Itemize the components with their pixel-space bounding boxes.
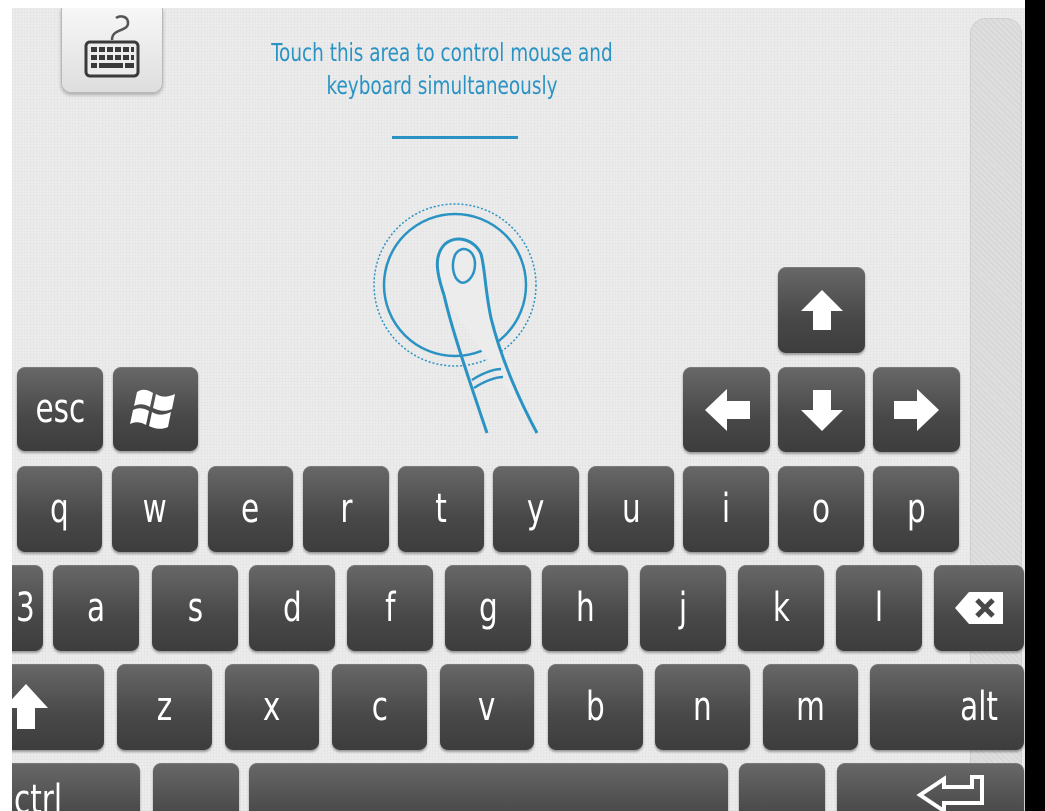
key-label: u bbox=[621, 486, 641, 532]
key-label: v bbox=[478, 684, 496, 730]
key-label: c bbox=[371, 684, 388, 730]
key-label: x bbox=[263, 684, 281, 730]
windows-key[interactable] bbox=[113, 367, 198, 451]
key-i[interactable]: i bbox=[683, 466, 769, 552]
touch-hint-line-2: keyboard simultaneously bbox=[326, 71, 558, 100]
key-label: f bbox=[384, 585, 396, 631]
space-key[interactable] bbox=[249, 763, 728, 811]
key-r[interactable]: r bbox=[303, 466, 389, 552]
key-z[interactable]: z bbox=[117, 664, 212, 750]
key-label: t bbox=[435, 486, 447, 532]
esc-key[interactable]: esc bbox=[17, 367, 103, 451]
arrow-right-icon bbox=[893, 388, 939, 431]
shift-key[interactable] bbox=[12, 664, 104, 750]
key-label: j bbox=[678, 585, 688, 631]
arrow-down-icon bbox=[800, 389, 843, 431]
finger-touch-icon bbox=[373, 203, 539, 434]
key-x[interactable]: x bbox=[225, 664, 319, 750]
key-label: a bbox=[86, 585, 106, 631]
key-label: l bbox=[874, 585, 884, 631]
enter-key[interactable] bbox=[837, 763, 1024, 811]
arrow-right-key[interactable] bbox=[873, 367, 960, 452]
key-label: o bbox=[811, 486, 831, 532]
key-label: z bbox=[156, 684, 173, 730]
key-label: h bbox=[575, 585, 595, 631]
key-3[interactable]: 3 bbox=[12, 565, 43, 651]
key-label: n bbox=[693, 684, 712, 730]
key-j[interactable]: j bbox=[640, 565, 726, 651]
shift-arrow-icon bbox=[12, 684, 48, 729]
key-u[interactable]: u bbox=[588, 466, 674, 552]
backspace-icon bbox=[955, 592, 1003, 624]
key-n[interactable]: n bbox=[655, 664, 750, 750]
alt-key-label: alt bbox=[959, 684, 998, 730]
key-m[interactable]: m bbox=[763, 664, 858, 750]
key-q[interactable]: q bbox=[17, 466, 102, 552]
key-w[interactable]: w bbox=[112, 466, 198, 552]
key-s[interactable]: s bbox=[152, 565, 238, 651]
touch-hint-text: Touch this area to control mouse and key… bbox=[253, 36, 630, 102]
key-label: y bbox=[527, 486, 545, 532]
key-label: g bbox=[478, 585, 498, 631]
esc-key-label: esc bbox=[35, 386, 85, 432]
key-label: k bbox=[772, 585, 790, 631]
key-e[interactable]: e bbox=[208, 466, 293, 552]
top-edge bbox=[0, 0, 1045, 8]
key-label: s bbox=[187, 585, 203, 631]
ctrl-key[interactable]: ctrl bbox=[12, 763, 140, 811]
key-l[interactable]: l bbox=[836, 565, 922, 651]
keyboard-toggle-button[interactable] bbox=[61, 8, 163, 93]
key-label: q bbox=[50, 486, 69, 532]
key-p[interactable]: p bbox=[873, 466, 959, 552]
key-label: m bbox=[796, 684, 825, 730]
key-label: p bbox=[906, 486, 926, 532]
key-b[interactable]: b bbox=[548, 664, 643, 750]
right-edge-bar bbox=[1025, 0, 1045, 811]
key-k[interactable]: k bbox=[738, 565, 824, 651]
hint-divider bbox=[392, 136, 518, 139]
arrow-left-icon bbox=[704, 388, 750, 431]
alt-key[interactable]: alt bbox=[870, 664, 1024, 750]
keyboard-question-icon bbox=[84, 15, 140, 78]
ctrl-key-label: ctrl bbox=[14, 777, 63, 811]
arrow-left-key[interactable] bbox=[683, 367, 770, 452]
key-f[interactable]: f bbox=[347, 565, 433, 651]
bottom-key-2[interactable] bbox=[153, 763, 239, 811]
key-y[interactable]: y bbox=[493, 466, 579, 552]
key-a[interactable]: a bbox=[53, 565, 139, 651]
key-o[interactable]: o bbox=[778, 466, 864, 552]
bottom-key-4[interactable] bbox=[739, 763, 825, 811]
arrow-down-key[interactable] bbox=[778, 367, 865, 452]
touch-hint-line-1: Touch this area to control mouse and bbox=[271, 38, 613, 67]
arrow-up-key[interactable] bbox=[778, 267, 865, 353]
key-g[interactable]: g bbox=[445, 565, 531, 651]
key-label: b bbox=[586, 684, 605, 730]
arrow-up-icon bbox=[800, 290, 843, 330]
windows-logo-icon bbox=[129, 389, 175, 429]
key-t[interactable]: t bbox=[398, 466, 484, 552]
key-label: d bbox=[282, 585, 302, 631]
left-edge bbox=[0, 0, 12, 811]
enter-icon bbox=[916, 775, 984, 811]
key-v[interactable]: v bbox=[440, 664, 534, 750]
touch-control-area[interactable]: Touch this area to control mouse and key… bbox=[12, 8, 1025, 811]
key-label: w bbox=[142, 486, 168, 532]
key-label: 3 bbox=[16, 585, 35, 631]
key-h[interactable]: h bbox=[542, 565, 628, 651]
key-c[interactable]: c bbox=[332, 664, 427, 750]
key-label: e bbox=[241, 486, 260, 532]
backspace-key[interactable] bbox=[934, 565, 1024, 651]
key-label: r bbox=[339, 486, 353, 532]
key-d[interactable]: d bbox=[249, 565, 335, 651]
key-label: i bbox=[721, 486, 731, 532]
